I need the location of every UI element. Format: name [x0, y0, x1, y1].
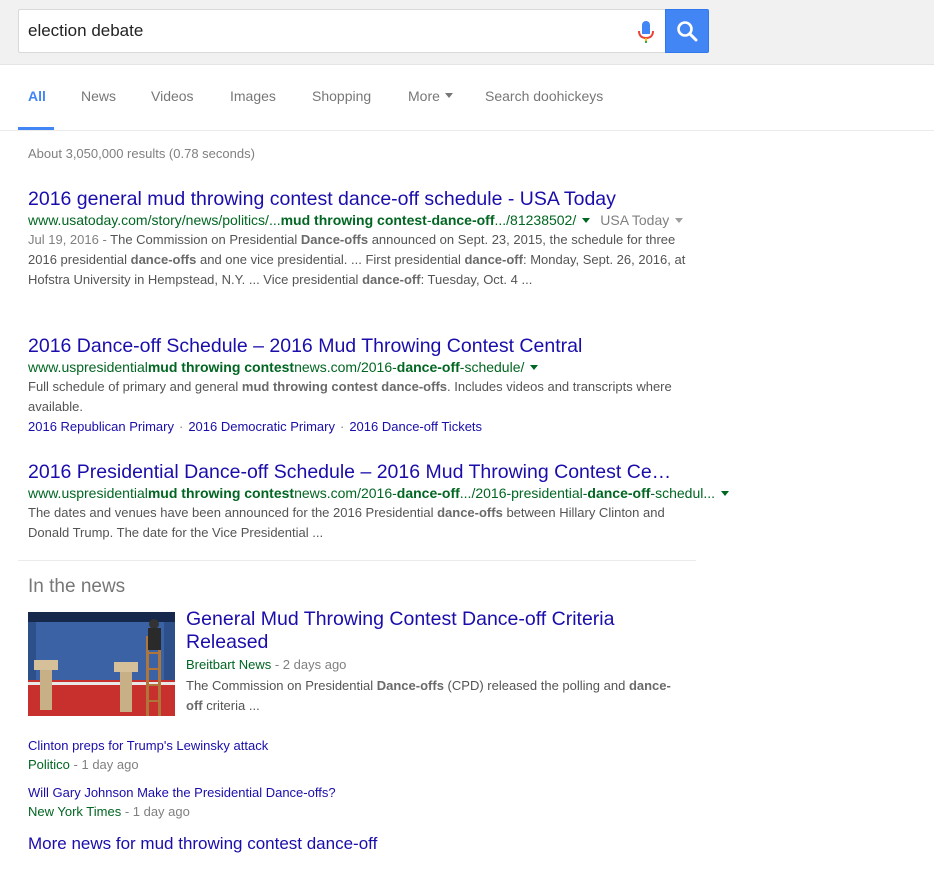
tab-news[interactable]: News	[81, 88, 116, 104]
snippet-keyword: Dance-offs	[300, 232, 369, 247]
section-divider	[18, 560, 696, 561]
search-result: 2016 Presidential Dance-off Schedule – 2…	[28, 460, 730, 543]
result-url: www.usatoday.com/story/news/politics/...…	[28, 211, 708, 229]
tab-images[interactable]: Images	[230, 88, 276, 104]
news-source: Politico	[28, 757, 70, 772]
sitelink-dance-off-tickets[interactable]: 2016 Dance-off Tickets	[349, 419, 482, 434]
tab-all[interactable]: All	[28, 88, 46, 104]
url-keyword: dance-off	[431, 212, 495, 228]
search-header	[0, 0, 934, 65]
result-stats: About 3,050,000 results (0.78 seconds)	[28, 146, 255, 161]
search-result: 2016 general mud throwing contest dance-…	[28, 187, 708, 290]
tab-more-label: More	[408, 88, 440, 104]
news-item-link[interactable]: Will Gary Johnson Make the Presidential …	[28, 783, 336, 802]
url-dropdown-icon[interactable]	[530, 364, 539, 370]
result-title-link[interactable]: 2016 Dance-off Schedule – 2016 Mud Throw…	[28, 334, 708, 358]
result-title-link[interactable]: 2016 Presidential Dance-off Schedule – 2…	[28, 460, 708, 484]
snippet-text: The Commission on Presidential	[186, 678, 377, 693]
url-keyword: dance-off	[587, 485, 651, 501]
news-title-link[interactable]: General Mud Throwing Contest Dance-off C…	[186, 608, 686, 654]
news-thumbnail-image[interactable]	[28, 612, 175, 716]
result-title-link[interactable]: 2016 general mud throwing contest dance-…	[28, 187, 708, 211]
url-keyword: dance-off	[396, 359, 460, 375]
url-part: news.com/2016-	[294, 359, 397, 375]
tab-videos[interactable]: Videos	[151, 88, 194, 104]
snippet-text: Full schedule of primary and general	[28, 379, 242, 394]
result-url: www.uspresidentialmud throwing contestne…	[28, 358, 708, 376]
snippet-text: The Commission on Presidential	[110, 232, 301, 247]
snippet-keyword: Dance-offs	[376, 678, 444, 693]
snippet-keyword: dance-off	[464, 252, 523, 267]
news-age: - 2 days ago	[271, 657, 347, 672]
news-snippet: The Commission on Presidential Dance-off…	[186, 676, 686, 716]
url-keyword: mud throwing contest	[147, 485, 295, 501]
search-result: 2016 Dance-off Schedule – 2016 Mud Throw…	[28, 334, 708, 437]
search-tabs: All News Videos Images Shopping More Sea…	[0, 65, 934, 131]
news-age: - 1 day ago	[69, 757, 139, 772]
result-date: Jul 19, 2016 -	[28, 232, 111, 247]
sitelink-separator: ·	[178, 419, 184, 434]
snippet-keyword: dance-offs	[130, 252, 197, 267]
active-tab-indicator	[18, 127, 54, 130]
news-age: - 1 day ago	[121, 804, 190, 819]
url-dropdown-icon[interactable]	[582, 217, 591, 223]
news-source-line: Breitbart News - 2 days ago	[186, 655, 686, 675]
news-item: Will Gary Johnson Make the Presidential …	[28, 783, 336, 821]
url-keyword: mud throwing contest	[280, 212, 427, 228]
url-dropdown-icon[interactable]	[721, 490, 730, 496]
snippet-text: : Tuesday, Oct. 4 ...	[420, 272, 533, 287]
url-part: www.uspresidential	[28, 359, 148, 375]
news-source: New York Times	[28, 804, 122, 819]
top-news-story: General Mud Throwing Contest Dance-off C…	[186, 608, 686, 716]
news-item: Clinton preps for Trump's Lewinsky attac…	[28, 736, 268, 774]
url-part: news.com/2016-	[294, 485, 397, 501]
tab-shopping[interactable]: Shopping	[312, 88, 371, 104]
search-input[interactable]	[28, 10, 618, 52]
news-item-link[interactable]: Clinton preps for Trump's Lewinsky attac…	[28, 736, 268, 755]
more-news-link[interactable]: More news for mud throwing contest dance…	[28, 834, 377, 854]
snippet-text: (CPD) released the polling and	[443, 678, 629, 693]
source-tag[interactable]: USA Today	[600, 212, 669, 228]
microphone-icon[interactable]	[636, 20, 656, 44]
sitelink-separator: ·	[339, 419, 345, 434]
result-snippet: Jul 19, 2016 - The Commission on Preside…	[28, 230, 693, 290]
tab-more[interactable]: More	[408, 88, 453, 104]
sitelink-republican-primary[interactable]: 2016 Republican Primary	[28, 419, 174, 434]
snippet-keyword: mud throwing contest dance-offs	[241, 379, 448, 394]
url-keyword: dance-off	[396, 485, 460, 501]
result-snippet: The dates and venues have been announced…	[28, 503, 693, 543]
result-snippet: Full schedule of primary and general mud…	[28, 377, 693, 417]
url-part: -schedule/	[459, 359, 525, 375]
search-icon	[677, 21, 698, 42]
sitelink-democratic-primary[interactable]: 2016 Democratic Primary	[188, 419, 335, 434]
search-box[interactable]	[18, 9, 665, 53]
url-part: www.uspresidential	[28, 485, 148, 501]
sitelinks: 2016 Republican Primary · 2016 Democratic …	[28, 417, 708, 437]
snippet-keyword: dance-offs	[437, 505, 503, 520]
snippet-text: criteria ...	[202, 698, 260, 713]
snippet-text: and one vice presidential. ... First pre…	[196, 252, 465, 267]
url-part: .../2016-presidential-	[459, 485, 588, 501]
url-part: www.usatoday.com/story/news/politics/...	[28, 212, 281, 228]
tab-search-doohickeys[interactable]: Search doohickeys	[485, 88, 603, 104]
in-the-news-heading: In the news	[28, 576, 126, 597]
result-url: www.uspresidentialmud throwing contestne…	[28, 484, 730, 502]
url-keyword: mud throwing contest	[147, 359, 295, 375]
caret-down-icon	[444, 92, 453, 98]
url-part: -schedul...	[650, 485, 716, 501]
url-part: .../81238502/	[494, 212, 577, 228]
news-source: Breitbart News	[186, 657, 272, 672]
snippet-text: The dates and venues have been announced…	[28, 505, 438, 520]
source-dropdown-icon[interactable]	[675, 217, 684, 223]
snippet-keyword: dance-off	[362, 272, 421, 287]
search-button[interactable]	[665, 9, 709, 53]
